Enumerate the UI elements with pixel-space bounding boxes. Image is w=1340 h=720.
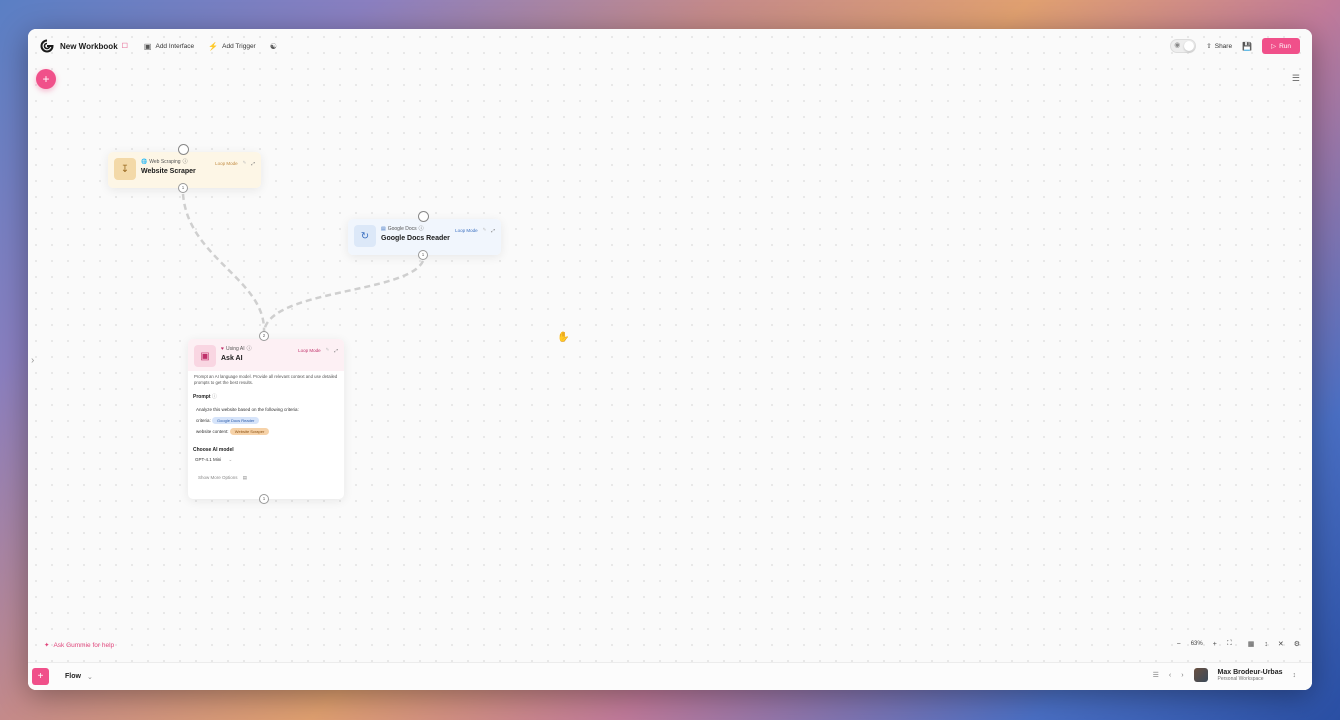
chevron-down-icon: ⌄ <box>86 673 93 681</box>
model-label: Choose AI model <box>193 447 234 454</box>
show-more-options-button[interactable]: Show More Options ▤ <box>188 465 344 481</box>
help-icon: ⓘ <box>418 226 424 232</box>
ai-heart-icon: ♥ <box>221 345 224 352</box>
help-icon: ⓘ <box>211 393 217 400</box>
lightning-icon: ⚡ <box>208 41 219 51</box>
output-port[interactable]: 1 <box>178 183 188 193</box>
add-node-button[interactable]: + <box>36 69 56 89</box>
tab-flow[interactable]: Flow ⌄ <box>65 673 93 681</box>
edit-icon[interactable]: ✎ <box>483 227 487 233</box>
node-ask-ai[interactable]: 2 ▣ ♥ Using AI ⓘ Ask AI Loop Mode ✎ ⤢ Pr… <box>188 331 344 504</box>
add-interface-button[interactable]: ▣ Add Interface <box>144 42 194 51</box>
sparkle-icon: ✦ <box>44 642 50 649</box>
gumloop-logo-icon[interactable] <box>40 39 54 53</box>
chevron-down-icon: ⌄ <box>228 457 233 463</box>
node-type-label: Using AI <box>225 345 245 352</box>
model-select[interactable]: GPT-4.1 Mini ⌄ <box>188 455 344 465</box>
eye-icon: ◉ <box>1174 42 1181 49</box>
upload-icon: ⇧ <box>1206 43 1212 50</box>
options-icon: ▤ <box>242 475 248 481</box>
chevron-right-icon[interactable]: › <box>1181 672 1183 679</box>
help-icon: ⓘ <box>182 159 188 165</box>
node-website-scraper[interactable]: ↧ 🌐 Web Scraping ⓘ Website Scraper Loop … <box>108 144 261 193</box>
expand-vertical-icon[interactable]: ↕ <box>1264 641 1268 648</box>
ai-chip-icon: ▣ <box>194 345 216 367</box>
node-title: Google Docs Reader <box>381 235 450 242</box>
output-port[interactable]: 1 <box>418 250 428 260</box>
variable-chip-scraper[interactable]: Website Scraper <box>229 428 270 436</box>
hierarchy-icon: ☯ <box>269 41 277 51</box>
zoom-out-button[interactable]: − <box>1177 641 1181 648</box>
collapse-icon[interactable]: ✕ <box>1278 640 1284 648</box>
loop-mode-toggle[interactable]: Loop Mode <box>215 161 238 166</box>
node-type-label: Web Scraping <box>149 158 181 165</box>
fit-view-icon[interactable]: ⛶ <box>1227 640 1232 648</box>
edit-icon[interactable]: ✎ <box>243 160 247 166</box>
play-icon: ▷ <box>1271 43 1277 50</box>
avatar[interactable] <box>1193 668 1208 682</box>
hand-cursor-icon: ✋ <box>557 332 570 343</box>
run-button[interactable]: ▷ Run <box>1262 38 1300 54</box>
chevron-left-icon[interactable]: ‹ <box>1169 672 1171 679</box>
node-title: Ask AI <box>221 355 243 362</box>
interface-icon: ▣ <box>143 41 152 51</box>
node-title: Website Scraper <box>141 168 196 175</box>
chevron-updown-icon[interactable]: ↕ <box>1293 672 1297 679</box>
input-port[interactable]: 2 <box>259 331 269 341</box>
workbook-badge-icon[interactable]: ☐ <box>122 42 128 50</box>
expand-icon[interactable]: ⤢ <box>491 228 495 233</box>
edge-scraper-to-ai <box>181 193 266 333</box>
variable-chip-docs[interactable]: Google Docs Reader <box>212 417 260 425</box>
workbook-title[interactable]: New Workbook <box>60 42 118 51</box>
help-icon: ⓘ <box>246 346 252 352</box>
edit-icon[interactable]: ✎ <box>326 347 330 353</box>
zoom-level: 63% <box>1190 641 1203 647</box>
loop-mode-toggle[interactable]: Loop Mode <box>455 228 478 233</box>
loop-mode-toggle[interactable]: Loop Mode <box>298 348 321 353</box>
output-port[interactable]: 1 <box>259 494 269 504</box>
prompt-editor[interactable]: Analyze this website based on the follow… <box>193 404 339 438</box>
app-window: New Workbook ☐ ▣ Add Interface ⚡ Add Tri… <box>28 29 1312 690</box>
zoom-in-button[interactable]: + <box>1213 641 1217 648</box>
zoom-controls: − 63% + ⛶ ▦ ↕ ✕ ⚙ <box>1177 640 1300 648</box>
add-tab-button[interactable]: + <box>32 668 49 685</box>
prompt-label: Prompt <box>193 393 211 400</box>
preview-toggle[interactable]: ◉ <box>1170 39 1197 53</box>
chevron-right-icon[interactable]: › <box>31 355 34 366</box>
input-port[interactable] <box>178 144 189 155</box>
list-icon[interactable]: ☰ <box>1153 671 1159 679</box>
grid-icon[interactable]: ▦ <box>1248 640 1255 648</box>
web-scraping-icon: 🌐 <box>141 158 148 165</box>
list-icon[interactable]: ☰ <box>1292 73 1300 84</box>
save-icon[interactable]: 💾 <box>1242 42 1252 51</box>
add-trigger-button[interactable]: ⚡ Add Trigger <box>208 42 256 51</box>
edge-docs-to-ai <box>262 260 425 333</box>
tree-button[interactable]: ☯ <box>270 42 277 51</box>
docs-refresh-icon: ↻ <box>354 225 376 247</box>
ask-gummie-button[interactable]: ✦ Ask Gummie for help <box>44 641 114 650</box>
settings-sliders-icon[interactable]: ⚙ <box>1294 640 1300 648</box>
google-docs-icon: ▤ <box>381 225 386 232</box>
input-port[interactable] <box>418 211 429 222</box>
top-bar: New Workbook ☐ ▣ Add Interface ⚡ Add Tri… <box>28 29 1312 63</box>
expand-icon[interactable]: ⤢ <box>251 161 255 166</box>
user-menu[interactable]: Max Brodeur-Urbas Personal Workspace <box>1218 669 1283 682</box>
bottom-bar: + Flow ⌄ ☰ ‹ › Max Brodeur-Urbas Persona… <box>28 662 1312 690</box>
expand-icon[interactable]: ⤢ <box>334 348 338 353</box>
download-icon: ↧ <box>114 158 136 180</box>
share-button[interactable]: ⇧ Share <box>1206 42 1232 51</box>
node-google-docs-reader[interactable]: ↻ ▤ Google Docs ⓘ Google Docs Reader Loo… <box>348 211 501 260</box>
node-type-label: Google Docs <box>387 225 417 232</box>
node-description: Prompt an AI language model. Provide all… <box>194 374 338 385</box>
